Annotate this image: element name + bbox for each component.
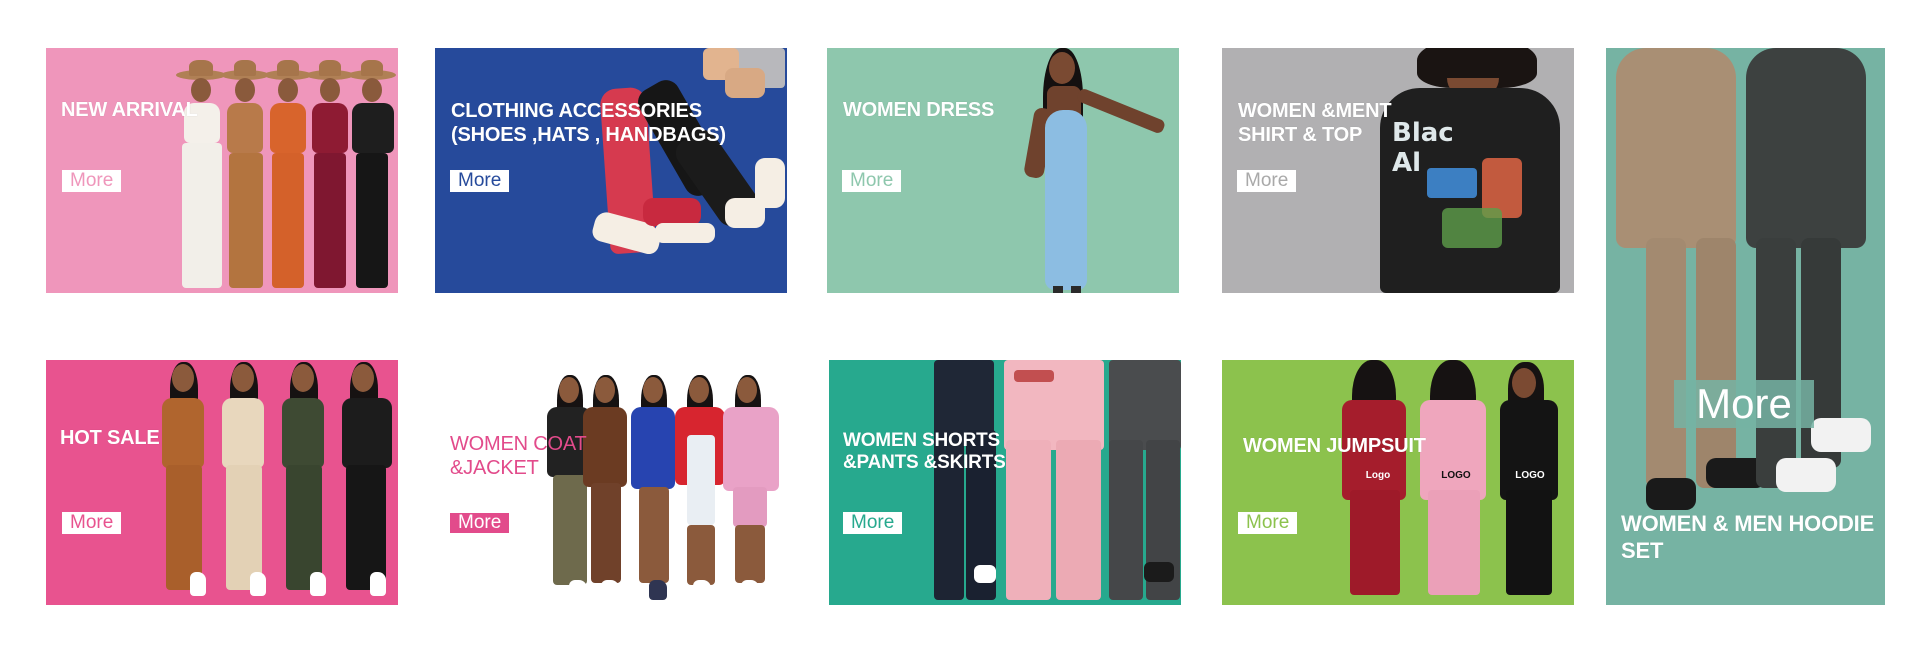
tile-label: WOMEN JUMPSUIT — [1243, 435, 1426, 457]
models-image — [156, 360, 398, 605]
tile-label: WOMEN &MENT SHIRT & TOP — [1238, 100, 1392, 146]
more-overlay-button[interactable]: More — [1674, 380, 1814, 428]
tile-women-coat[interactable]: WOMEN COAT &JACKET More — [435, 360, 787, 605]
tile-women-shorts[interactable]: WOMEN SHORTS &PANTS &SKIRTS More — [829, 360, 1181, 605]
more-button[interactable]: More — [1237, 170, 1297, 192]
logo-text: LOGO — [1515, 470, 1545, 481]
tile-clothing-accessories[interactable]: CLOTHING ACCESSORIES (SHOES ,HATS , HAND… — [435, 48, 787, 293]
tile-women-ment-shirt[interactable]: Blac Al WOMEN &MENT SHIRT & TOP More — [1222, 48, 1574, 293]
more-overlay-label: More — [1696, 380, 1792, 427]
tile-label: NEW ARRIVAL — [61, 99, 198, 121]
tile-hoodie-set[interactable]: More WOMEN & MEN HOODIE SET — [1606, 48, 1885, 605]
tile-label: CLOTHING ACCESSORIES (SHOES ,HATS , HAND… — [451, 100, 726, 146]
tile-hot-sale[interactable]: HOT SALE More — [46, 360, 398, 605]
hoodie-image — [1606, 48, 1885, 548]
more-button[interactable]: More — [450, 170, 510, 192]
tile-new-arrival[interactable]: NEW ARRIVAL More — [46, 48, 398, 293]
more-button[interactable]: More — [1238, 512, 1298, 534]
models-image — [545, 375, 787, 605]
tile-label: WOMEN SHORTS &PANTS &SKIRTS — [843, 430, 1006, 473]
tile-women-dress[interactable]: WOMEN DRESS More — [827, 48, 1179, 293]
tile-women-jumpsuit[interactable]: Logo LOGO LOGO WOMEN JUMPSUIT More — [1222, 360, 1574, 605]
more-button[interactable]: More — [62, 512, 122, 534]
tile-label: HOT SALE — [60, 427, 160, 449]
pants-image — [934, 360, 1181, 605]
jumpsuit-image: Logo LOGO LOGO — [1332, 360, 1574, 605]
boots-image — [575, 48, 787, 293]
tshirt-image: Blac Al — [1372, 48, 1574, 293]
tile-label: WOMEN DRESS — [843, 99, 995, 121]
tile-label: WOMEN COAT &JACKET — [450, 433, 587, 479]
logo-text: Logo — [1365, 470, 1391, 481]
more-button[interactable]: More — [450, 513, 510, 533]
more-button[interactable]: More — [842, 170, 902, 192]
logo-text: LOGO — [1441, 470, 1471, 481]
tee-print-text: Blac Al — [1392, 118, 1454, 178]
more-button[interactable]: More — [62, 170, 122, 192]
more-button[interactable]: More — [843, 512, 903, 534]
models-image — [176, 58, 398, 293]
dress-image — [1023, 48, 1179, 293]
tile-label: WOMEN & MEN HOODIE SET — [1621, 511, 1875, 563]
